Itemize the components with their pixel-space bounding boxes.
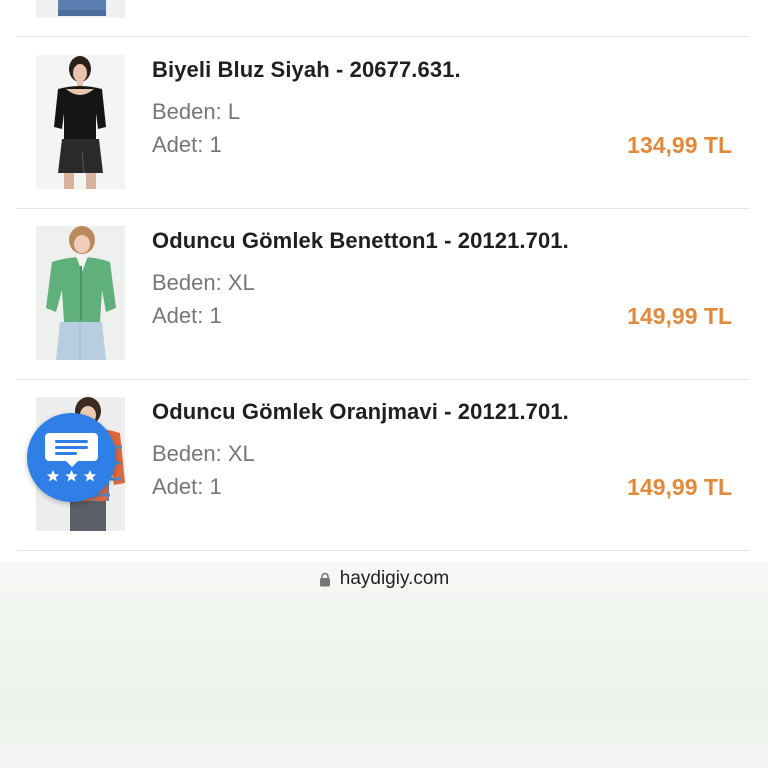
review-widget-button[interactable] [27, 413, 116, 502]
cart-item[interactable]: Biyeli Bluz Siyah - 20677.631. Beden: L … [0, 37, 768, 208]
product-price: 134,99 TL [627, 132, 732, 158]
lock-icon [319, 572, 331, 587]
product-quantity: Adet: 1 [152, 474, 222, 499]
product-price: 149,99 TL [627, 474, 732, 500]
browser-bottom-bar: haydigiy.com [0, 562, 768, 768]
product-title[interactable]: Oduncu Gömlek Benetton1 - 20121.701. [152, 228, 569, 254]
product-size: Beden: L [152, 99, 241, 124]
url-text[interactable]: haydigiy.com [340, 568, 449, 590]
address-bar[interactable]: haydigiy.com [0, 568, 768, 598]
product-quantity: Adet: 1 [152, 132, 222, 157]
product-image[interactable] [36, 55, 125, 189]
product-image[interactable] [36, 226, 125, 360]
product-title[interactable]: Oduncu Gömlek Oranjmavi - 20121.701. [152, 399, 569, 425]
product-quantity: Adet: 1 [152, 303, 222, 328]
review-chat-stars-icon [45, 433, 98, 482]
product-size: Beden: XL [152, 270, 255, 295]
product-price: 149,99 TL [627, 303, 732, 329]
cart-item[interactable]: Oduncu Gömlek Benetton1 - 20121.701. Bed… [0, 208, 768, 379]
previous-product-image[interactable] [36, 0, 125, 18]
product-title[interactable]: Biyeli Bluz Siyah - 20677.631. [152, 57, 461, 83]
separator [17, 550, 750, 551]
product-size: Beden: XL [152, 441, 255, 466]
